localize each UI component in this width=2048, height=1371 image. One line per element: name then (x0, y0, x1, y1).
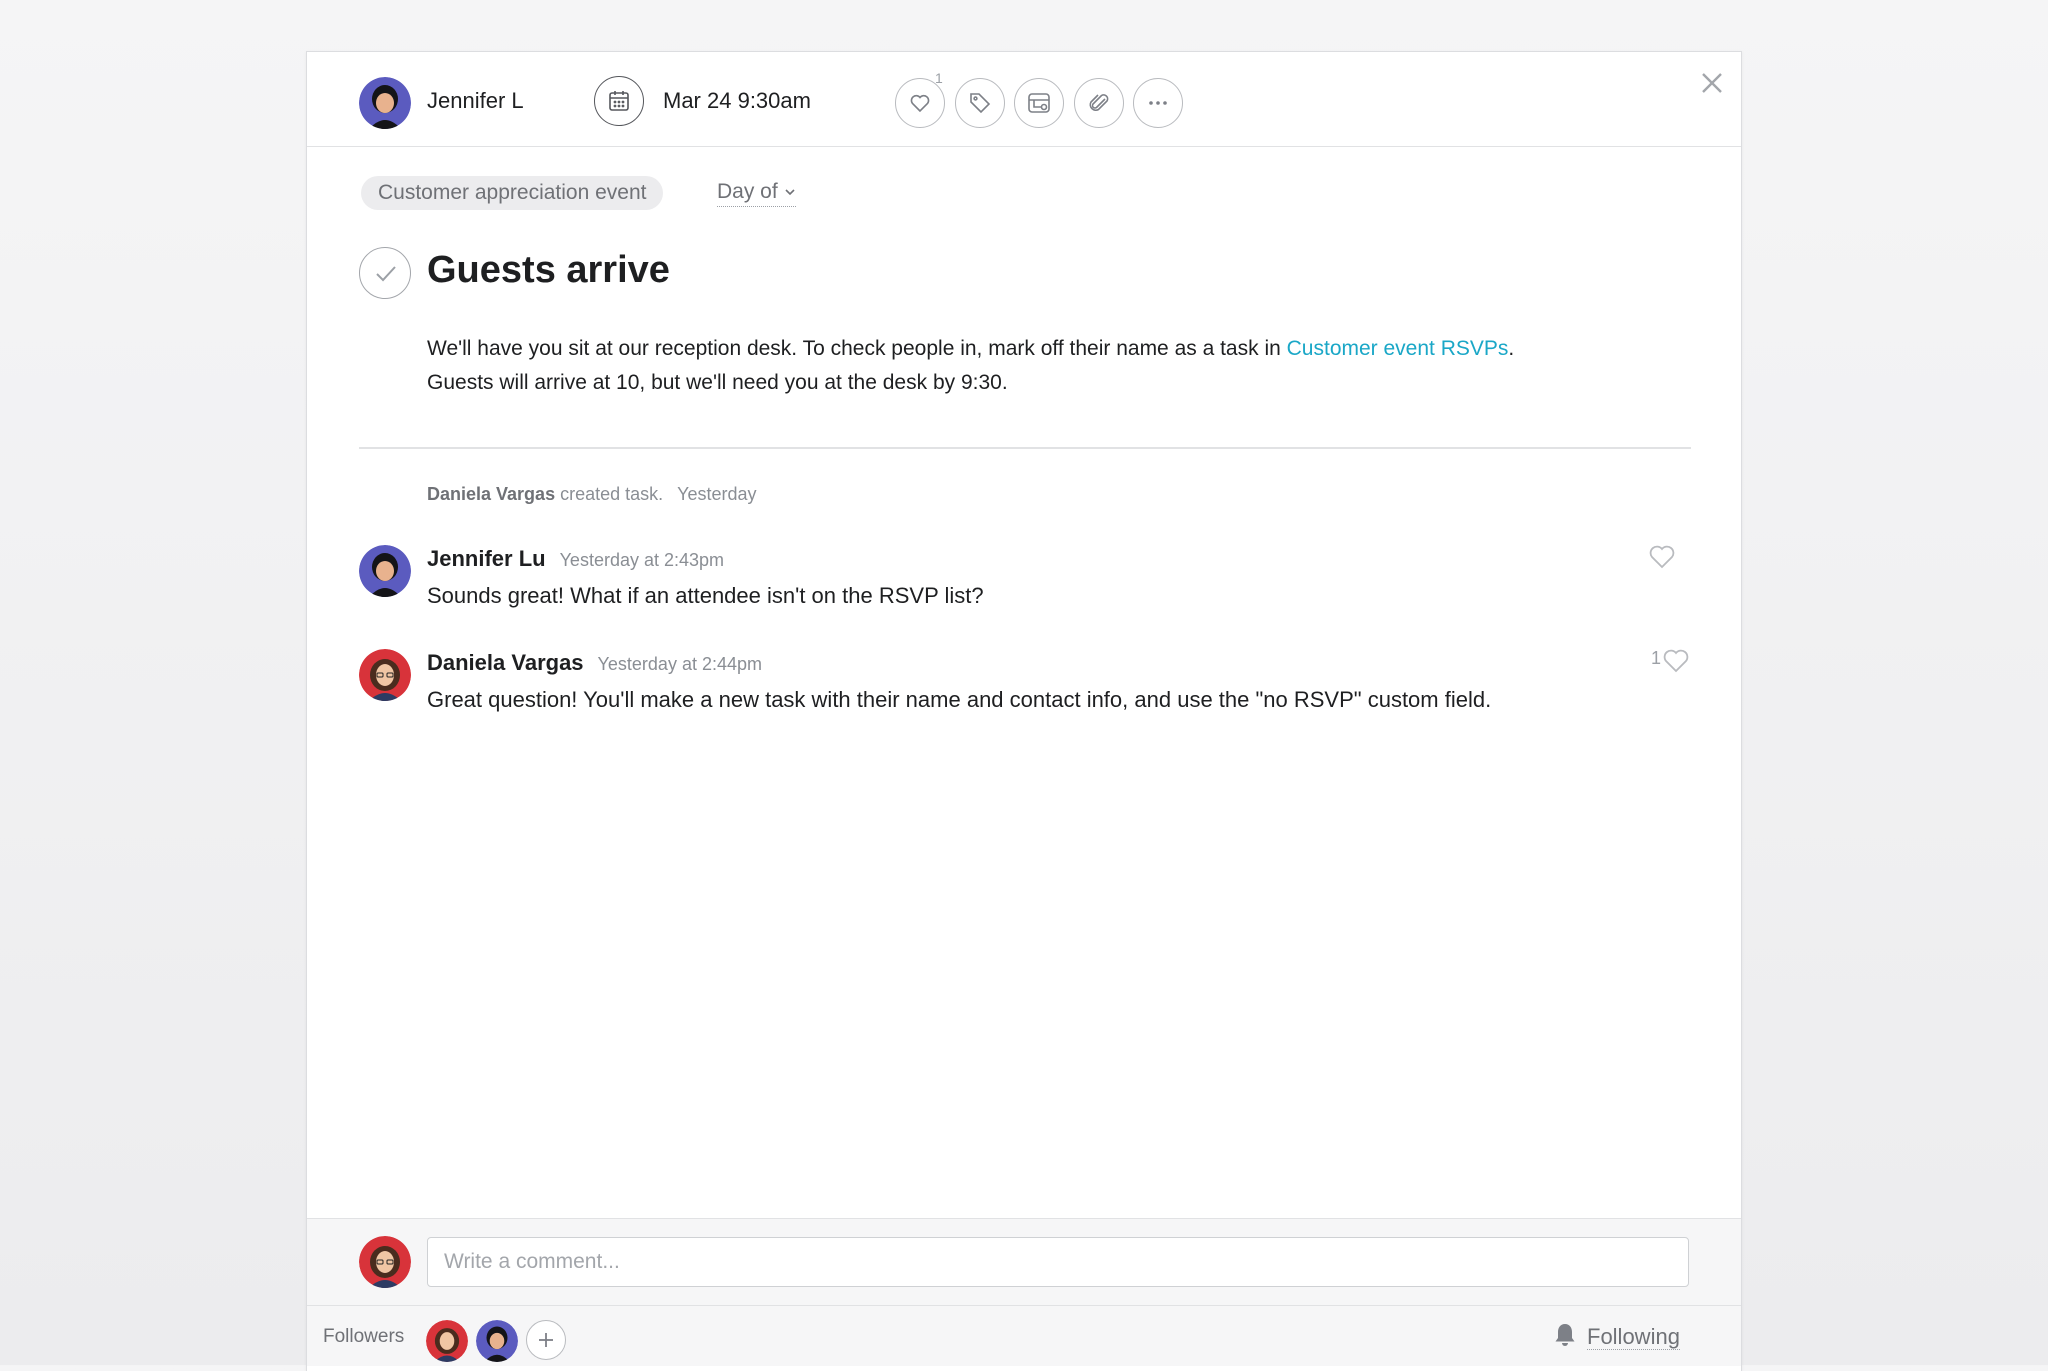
description-line2: Guests will arrive at 10, but we'll need… (427, 371, 1008, 394)
following-toggle[interactable]: Following (1553, 1322, 1680, 1350)
tag-icon (970, 93, 991, 114)
rsvp-project-link[interactable]: Customer event RSVPs (1287, 337, 1509, 360)
task-toolbar: Jennifer L Mar 24 9:30am 1 (307, 52, 1741, 147)
subtask-icon (1028, 93, 1050, 113)
due-date-text[interactable]: Mar 24 9:30am (663, 88, 811, 114)
divider (359, 447, 1691, 449)
description-end: . (1508, 337, 1515, 360)
task-detail-pane: Jennifer L Mar 24 9:30am 1 Customer appr… (306, 51, 1742, 1371)
comment-text: Sounds great! What if an attendee isn't … (427, 583, 984, 608)
due-date-button[interactable] (594, 76, 644, 126)
chevron-down-icon (785, 189, 795, 196)
comment-time: Yesterday at 2:43pm (559, 550, 725, 570)
comment-composer (307, 1218, 1741, 1306)
check-icon (376, 266, 396, 282)
more-icon (1149, 101, 1167, 105)
story-action: created task. (555, 484, 664, 504)
assignee-avatar[interactable] (359, 77, 411, 129)
heart-icon (910, 94, 930, 113)
tags-button[interactable] (955, 78, 1005, 128)
activity-story: Daniela Vargas created task. Yesterday (427, 484, 757, 505)
heart-icon[interactable] (1647, 542, 1677, 570)
close-icon[interactable] (1697, 68, 1727, 98)
followers-bar: Followers Following (307, 1306, 1741, 1366)
comment-time: Yesterday at 2:44pm (597, 654, 762, 674)
following-label: Following (1587, 1324, 1680, 1350)
add-follower-button[interactable] (526, 1320, 566, 1360)
project-pill[interactable]: Customer appreciation event (361, 176, 664, 210)
heart-icon[interactable] (1661, 646, 1691, 674)
attach-button[interactable] (1074, 78, 1124, 128)
assignee-name[interactable]: Jennifer L (427, 88, 524, 114)
more-actions-button[interactable] (1133, 78, 1183, 128)
calendar-icon (609, 91, 629, 111)
comment-text: Great question! You'll make a new task w… (427, 687, 1492, 712)
story-author[interactable]: Daniela Vargas (427, 484, 555, 504)
attachment-icon (1089, 94, 1109, 111)
follower-avatar[interactable] (476, 1320, 518, 1362)
comment-input[interactable] (427, 1237, 1689, 1287)
plus-icon (539, 1333, 553, 1347)
task-title[interactable]: Guests arrive (427, 249, 670, 292)
task-description[interactable]: We'll have you sit at our reception desk… (427, 332, 1667, 400)
description-text: We'll have you sit at our reception desk… (427, 337, 1287, 360)
like-count: 1 (935, 70, 943, 86)
bell-icon (1555, 1324, 1575, 1346)
follower-avatar[interactable] (426, 1320, 468, 1362)
comment-author[interactable]: Jennifer Lu Yesterday at 2:43pm (427, 546, 724, 572)
followers-label: Followers (323, 1326, 405, 1347)
subtasks-button[interactable] (1014, 78, 1064, 128)
comment-like-count: 1 (1651, 648, 1662, 668)
section-label: Day of (717, 180, 778, 203)
story-time: Yesterday (677, 484, 757, 504)
current-user-avatar (359, 1236, 411, 1288)
comment-author[interactable]: Daniela Vargas Yesterday at 2:44pm (427, 650, 762, 676)
comment-avatar[interactable] (359, 545, 411, 597)
section-dropdown[interactable]: Day of (717, 180, 796, 207)
comment-avatar[interactable] (359, 649, 411, 701)
mark-complete-button[interactable] (359, 247, 411, 299)
